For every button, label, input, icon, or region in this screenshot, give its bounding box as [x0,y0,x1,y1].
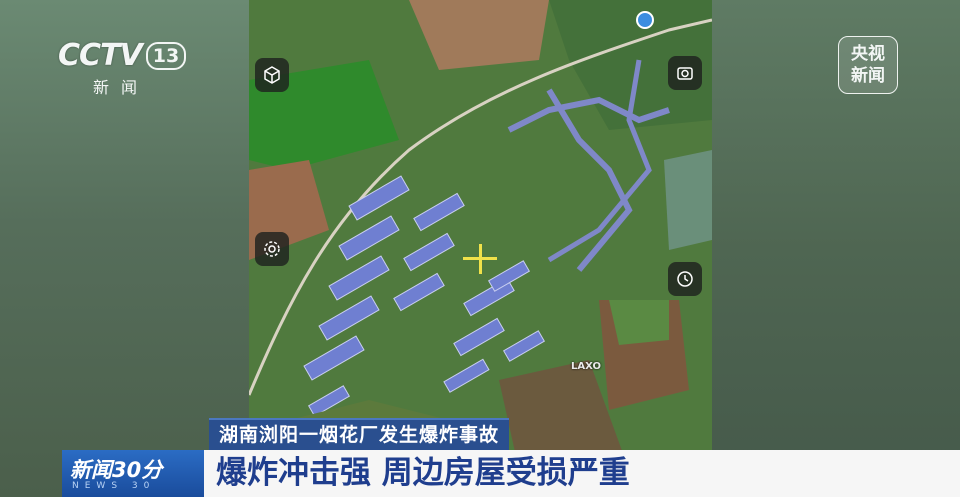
cctv-logo-text: CCTV [58,38,143,73]
crosshair-target-icon [463,244,497,274]
cube-3d-icon[interactable] [255,58,289,92]
camera-icon[interactable] [668,56,702,90]
location-pin-icon[interactable] [636,11,654,29]
cctv13-logo: CCTV 13 新闻 [58,38,188,100]
yangshi-news-badge: 央视 新闻 [838,36,898,94]
headline-main-caption: 爆炸冲击强 周边房屋受损严重 [204,450,960,497]
satellite-map-view[interactable] [249,0,712,470]
channel-number: 13 [146,42,186,70]
program-name: 新闻30分 [70,458,163,482]
satellite-imagery [249,0,712,470]
badge-line-2: 新闻 [851,66,885,86]
headline-top-caption: 湖南浏阳一烟花厂发生爆炸事故 [209,418,510,451]
badge-line-1: 央视 [851,44,885,64]
map-place-label: LAXO [571,361,601,372]
program-sub-label: NEWS 30 [72,481,156,491]
settings-gear-icon[interactable] [255,232,289,266]
lower-third-bar: 新闻30分 NEWS 30 爆炸冲击强 周边房屋受损严重 [62,450,960,497]
channel-sub-label: 新闻 [93,78,150,97]
blurred-background-right [712,0,960,497]
program-logo: 新闻30分 NEWS 30 [62,450,204,497]
clock-icon[interactable] [668,262,702,296]
